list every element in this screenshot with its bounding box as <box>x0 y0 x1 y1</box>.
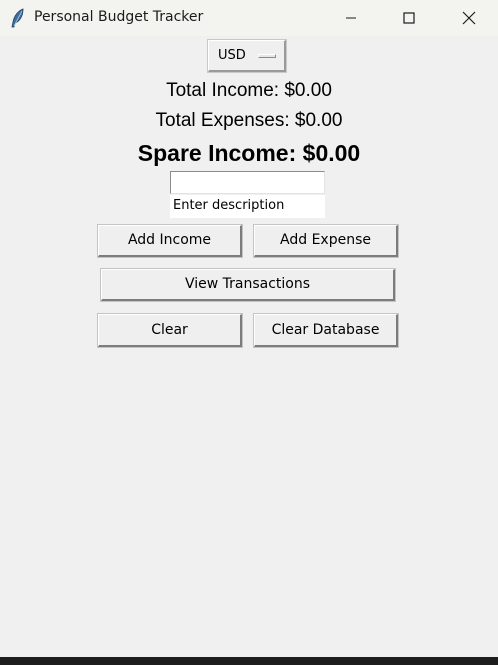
add-expense-label: Add Expense <box>280 232 371 248</box>
minimize-button[interactable] <box>322 0 380 36</box>
amount-input[interactable] <box>170 171 325 194</box>
spare-income-label: Spare Income: $0.00 <box>137 140 361 166</box>
total-expenses-label: Total Expenses: $0.00 <box>155 110 343 131</box>
maximize-icon <box>403 12 415 24</box>
background-terminal-strip <box>0 657 498 665</box>
feather-icon <box>10 8 26 28</box>
close-button[interactable] <box>440 0 498 36</box>
title-bar[interactable]: Personal Budget Tracker <box>0 0 498 36</box>
add-income-button[interactable]: Add Income <box>97 224 243 258</box>
currency-option-menu[interactable]: USD <box>207 39 287 73</box>
view-transactions-label: View Transactions <box>184 276 311 292</box>
window-title: Personal Budget Tracker <box>34 9 204 25</box>
add-expense-button[interactable]: Add Expense <box>253 224 399 258</box>
close-icon <box>462 11 476 25</box>
currency-selected-label: USD <box>218 48 246 63</box>
maximize-button[interactable] <box>380 0 438 36</box>
total-income-label: Total Income: $0.00 <box>166 80 332 101</box>
clear-label: Clear <box>151 322 188 338</box>
description-input[interactable]: Enter description <box>170 195 325 218</box>
clear-button[interactable]: Clear <box>97 313 243 348</box>
clear-database-label: Clear Database <box>271 322 380 338</box>
minimize-icon <box>345 12 357 24</box>
app-window: Personal Budget Tracker USD Total Income… <box>0 0 498 665</box>
clear-database-button[interactable]: Clear Database <box>253 313 399 348</box>
add-income-label: Add Income <box>127 232 212 248</box>
option-menu-indicator-icon <box>258 54 276 58</box>
view-transactions-button[interactable]: View Transactions <box>100 268 396 302</box>
